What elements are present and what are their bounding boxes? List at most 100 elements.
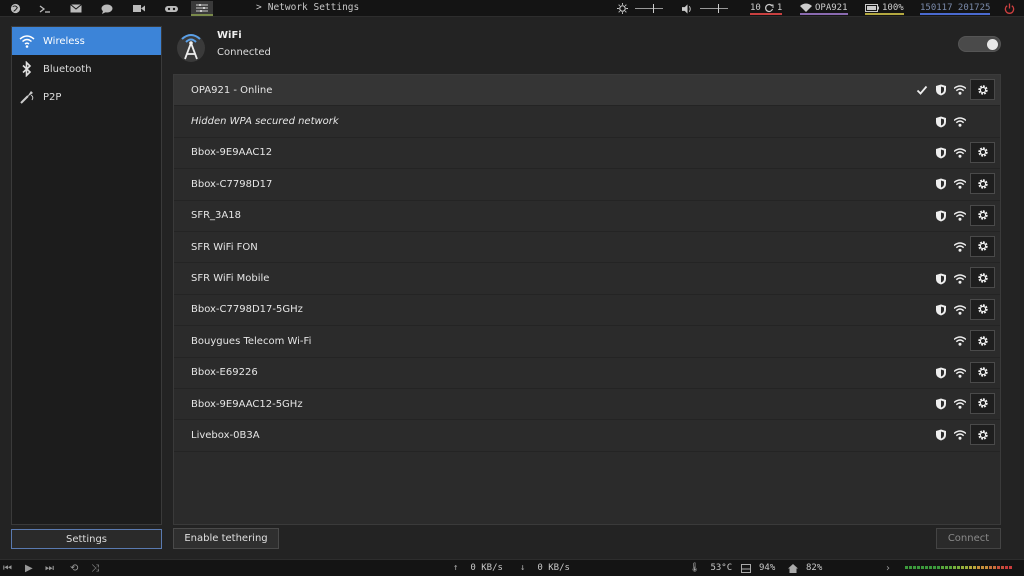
activity-dot <box>997 566 1000 569</box>
wifi-toggle-switch[interactable] <box>958 36 1001 52</box>
shuffle-icon[interactable]: ⤨ <box>91 563 99 574</box>
shield-icon <box>935 367 947 379</box>
shield-icon <box>935 84 947 96</box>
thermometer-icon: 🌡︎ <box>689 563 701 573</box>
network-row[interactable]: Bbox-9E9AAC12 <box>174 138 1000 170</box>
network-name: OPA921 - Online <box>191 84 273 96</box>
sidebar-item-label: P2P <box>43 91 62 103</box>
checkmark-icon <box>916 84 928 96</box>
activity-dot <box>925 566 928 569</box>
network-row[interactable]: SFR WiFi Mobile <box>174 263 1000 295</box>
network-row[interactable]: Bbox-E69226 <box>174 358 1000 389</box>
home-usage-value: 82% <box>806 563 823 573</box>
home-usage: 82% <box>788 563 822 573</box>
download-speed-value: 0 KB/s <box>537 563 570 573</box>
window-title: > Network Settings <box>256 2 359 13</box>
network-settings-button[interactable] <box>970 361 995 383</box>
volume-slider[interactable] <box>700 4 728 13</box>
p2p-icon <box>20 91 34 104</box>
brightness-slider[interactable] <box>635 4 663 13</box>
globe-icon[interactable] <box>4 1 26 16</box>
volume-control[interactable] <box>682 2 728 15</box>
wifi-signal-icon <box>954 304 966 316</box>
download-speed: ↓ 0 KB/s <box>520 563 570 573</box>
brightness-control[interactable] <box>617 2 663 15</box>
repeat-icon[interactable]: ⟲ <box>70 563 78 574</box>
activity-dot <box>945 566 948 569</box>
battery-percent: 100% <box>882 2 904 13</box>
wifi-signal-icon <box>954 147 966 159</box>
bluetooth-icon <box>22 61 32 77</box>
gear-icon <box>977 430 988 440</box>
sidebar-item-bluetooth[interactable]: Bluetooth <box>12 55 161 83</box>
network-row[interactable]: Bbox-9E9AAC12-5GHz <box>174 389 1000 421</box>
network-settings-button[interactable] <box>970 79 995 100</box>
network-settings-button[interactable] <box>970 392 995 414</box>
top-panel: > Network Settings 10 1 OPA921 100% 1501… <box>0 0 1024 17</box>
wifi-title: WiFi <box>217 30 242 41</box>
connect-button[interactable]: Connect <box>936 528 1001 549</box>
network-settings-button[interactable] <box>970 330 995 352</box>
clock[interactable]: 150117 201725 <box>920 2 991 15</box>
previous-icon[interactable]: ⏮ <box>3 563 12 574</box>
chat-icon[interactable] <box>96 1 118 16</box>
network-settings-button[interactable] <box>970 141 995 163</box>
wifi-signal-icon <box>954 273 966 285</box>
gear-icon <box>977 304 988 314</box>
chevron-right-icon[interactable]: › <box>886 563 890 574</box>
play-icon[interactable]: ▶ <box>25 563 33 574</box>
temperature-value: 53°C <box>710 563 733 573</box>
sliders-icon[interactable] <box>191 1 213 16</box>
battery-indicator[interactable]: 100% <box>865 2 904 15</box>
network-row[interactable]: Bbox-C7798D17-5GHz <box>174 295 1000 327</box>
network-row[interactable]: Bouygues Telecom Wi-Fi <box>174 326 1000 358</box>
activity-dot <box>977 566 980 569</box>
network-name: Bouygues Telecom Wi-Fi <box>191 335 312 347</box>
gear-icon <box>977 178 988 189</box>
enable-tethering-button[interactable]: Enable tethering <box>173 528 279 549</box>
network-settings-button[interactable] <box>970 204 995 226</box>
video-icon[interactable] <box>128 1 150 16</box>
datetime: 150117 201725 <box>920 2 991 13</box>
activity-dot <box>953 566 956 569</box>
network-row[interactable]: SFR WiFi FON <box>174 232 1000 264</box>
sidebar: Wireless Bluetooth P2P <box>11 26 162 525</box>
upload-arrow-icon: ↑ <box>453 563 459 573</box>
upload-speed: ↑ 0 KB/s <box>453 563 503 573</box>
network-row[interactable]: Bbox-C7798D17 <box>174 169 1000 201</box>
gear-icon <box>977 367 988 377</box>
network-settings-button[interactable] <box>970 267 995 289</box>
network-settings-button[interactable] <box>970 173 995 195</box>
network-name: Hidden WPA secured network <box>191 116 339 128</box>
activity-dot <box>1001 566 1004 569</box>
network-settings-button[interactable] <box>970 235 995 257</box>
activity-dot <box>961 566 964 569</box>
shield-icon <box>935 210 947 222</box>
gear-icon <box>977 398 988 409</box>
disk-icon <box>741 563 751 573</box>
network-settings-button[interactable] <box>970 424 995 446</box>
network-indicator[interactable]: OPA921 <box>800 2 848 15</box>
network-row[interactable]: OPA921 - Online <box>174 75 1000 107</box>
sidebar-item-p2p[interactable]: P2P <box>12 83 161 111</box>
workspace-indicator[interactable]: 10 1 <box>750 2 783 15</box>
network-row[interactable]: Hidden WPA secured network <box>174 106 1000 138</box>
mail-icon[interactable] <box>65 1 87 16</box>
wifi-signal-icon <box>800 3 812 12</box>
shield-icon <box>935 116 947 128</box>
network-name: SFR WiFi FON <box>191 241 258 253</box>
gamepad-icon[interactable] <box>160 1 182 16</box>
gear-icon <box>977 210 988 220</box>
network-row[interactable]: SFR_3A18 <box>174 201 1000 232</box>
network-settings-button[interactable] <box>970 298 995 320</box>
network-name: SFR WiFi Mobile <box>191 273 270 285</box>
network-row[interactable]: Livebox-0B3A <box>174 420 1000 452</box>
terminal-icon[interactable] <box>34 1 56 16</box>
power-icon[interactable] <box>998 1 1020 16</box>
activity-dot <box>989 566 992 569</box>
bottom-panel: ⏮ ▶ ⏭ ⟲ ⤨ ↑ 0 KB/s ↓ 0 KB/s 🌡︎ 53°C 94% … <box>0 559 1024 576</box>
activity-dot <box>973 566 976 569</box>
sidebar-item-wireless[interactable]: Wireless <box>12 27 161 55</box>
next-icon[interactable]: ⏭ <box>45 563 54 574</box>
settings-button[interactable]: Settings <box>11 529 162 549</box>
